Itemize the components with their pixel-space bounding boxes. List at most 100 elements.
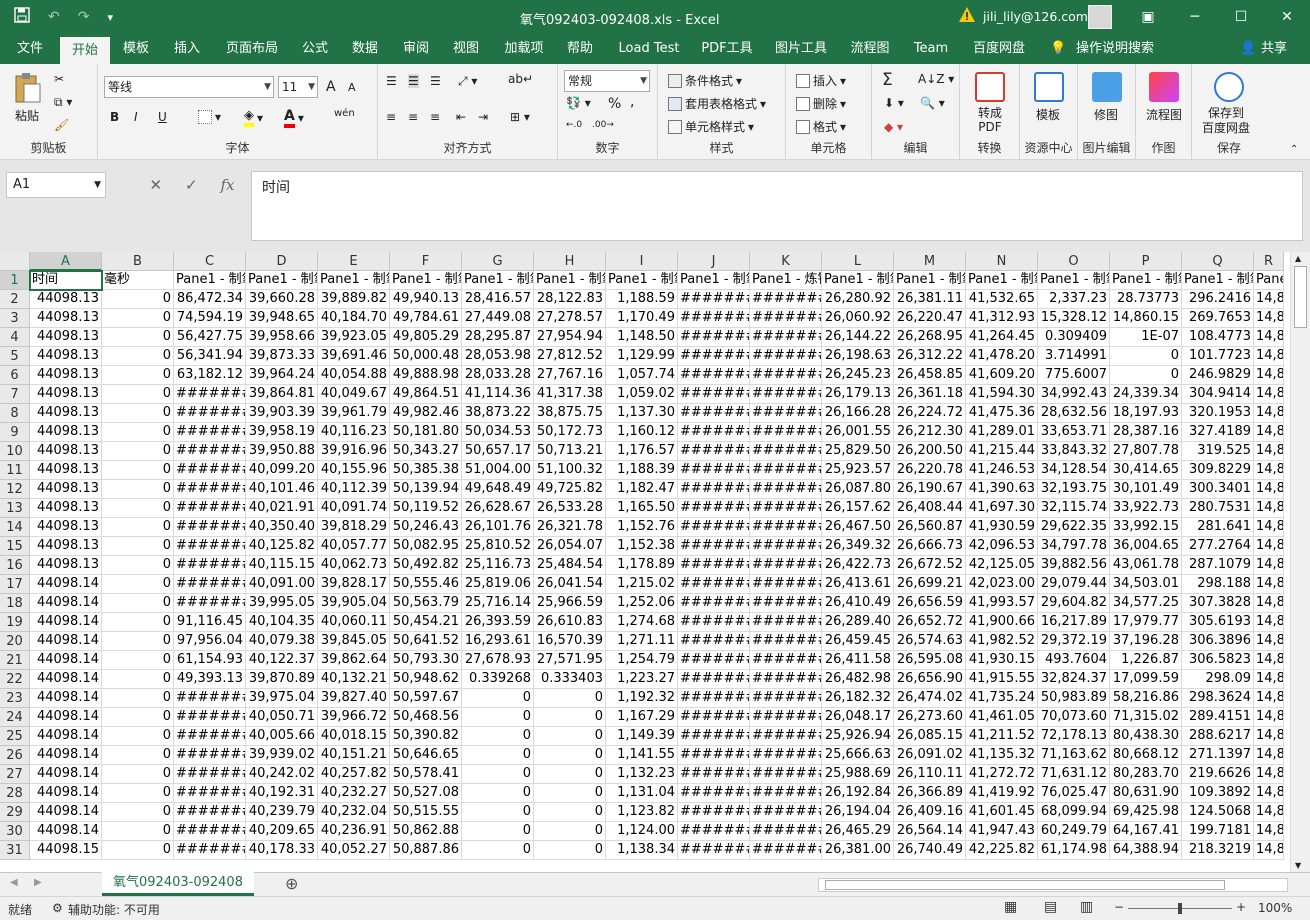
undo-icon[interactable]: ↶ [48, 9, 60, 25]
data-cell[interactable]: 327.4189 [1182, 423, 1254, 442]
decrease-decimal-icon[interactable]: .00→ [592, 120, 614, 130]
data-cell[interactable]: 44098.13 [30, 290, 102, 309]
data-cell[interactable]: 44098.13 [30, 480, 102, 499]
data-cell[interactable]: 44098.13 [30, 461, 102, 480]
data-cell[interactable]: 2,337.23 [1038, 290, 1110, 309]
data-cell[interactable]: 41,390.63 [966, 480, 1038, 499]
data-cell[interactable]: 26,268.95 [894, 328, 966, 347]
tab-templates[interactable]: 模板 [114, 34, 158, 64]
data-cell[interactable]: 27,571.95 [534, 651, 606, 670]
data-cell[interactable]: 28,122.83 [534, 290, 606, 309]
data-cell[interactable]: 64,167.41 [1110, 822, 1182, 841]
data-cell[interactable]: ####### [174, 594, 246, 613]
data-cell[interactable]: 25,810.52 [462, 537, 534, 556]
data-cell[interactable]: ####### [750, 290, 822, 309]
sort-filter-icon[interactable]: A↓Z ▾ [918, 72, 954, 86]
row-header[interactable]: 26 [0, 746, 30, 765]
data-cell[interactable]: 40,178.33 [246, 841, 318, 860]
data-cell[interactable]: 40,005.66 [246, 727, 318, 746]
data-cell[interactable]: 25,923.57 [822, 461, 894, 480]
data-cell[interactable]: 307.3828 [1182, 594, 1254, 613]
data-cell[interactable]: 25,716.14 [462, 594, 534, 613]
data-cell[interactable]: 14,8 [1254, 366, 1284, 385]
share-button[interactable]: 共享 [1256, 34, 1292, 64]
data-cell[interactable]: 39,950.88 [246, 442, 318, 461]
data-cell[interactable]: 14,8 [1254, 575, 1284, 594]
data-cell[interactable]: ####### [750, 309, 822, 328]
row-header[interactable]: 19 [0, 613, 30, 632]
cell-styles-button[interactable]: 单元格样式 ▾ [668, 118, 754, 135]
data-cell[interactable]: 26,200.50 [894, 442, 966, 461]
data-cell[interactable]: ####### [678, 746, 750, 765]
tab-flowchart[interactable]: 流程图 [844, 34, 896, 64]
data-cell[interactable]: 25,116.73 [462, 556, 534, 575]
data-cell[interactable]: 39,691.46 [318, 347, 390, 366]
data-cell[interactable]: 39,961.79 [318, 404, 390, 423]
header-cell[interactable]: Pane1 - 制氧 [390, 271, 462, 290]
data-cell[interactable]: 64,388.94 [1110, 841, 1182, 860]
data-cell[interactable]: 26,194.04 [822, 803, 894, 822]
data-cell[interactable]: ####### [678, 499, 750, 518]
data-cell[interactable]: 44098.13 [30, 423, 102, 442]
data-cell[interactable]: 289.4151 [1182, 708, 1254, 727]
column-header[interactable]: P [1110, 252, 1182, 271]
header-cell[interactable]: Pane1 - 制氧 [174, 271, 246, 290]
data-cell[interactable]: ####### [678, 765, 750, 784]
data-cell[interactable]: 44098.13 [30, 328, 102, 347]
account-name[interactable]: jili_lily@126.com [983, 9, 1088, 24]
data-cell[interactable]: 14,8 [1254, 613, 1284, 632]
data-cell[interactable]: 41,312.93 [966, 309, 1038, 328]
currency-icon[interactable]: 💱 ▾ [566, 96, 591, 110]
data-cell[interactable]: 1,188.59 [606, 290, 678, 309]
convert-pdf-button[interactable]: 转成PDF [970, 106, 1010, 134]
data-cell[interactable]: 44098.13 [30, 442, 102, 461]
data-cell[interactable]: 14,8 [1254, 423, 1284, 442]
data-cell[interactable]: ####### [174, 822, 246, 841]
data-cell[interactable]: ####### [678, 784, 750, 803]
data-cell[interactable]: 26,220.78 [894, 461, 966, 480]
data-cell[interactable]: ####### [174, 423, 246, 442]
data-cell[interactable]: 40,091.74 [318, 499, 390, 518]
data-cell[interactable]: ####### [750, 480, 822, 499]
row-header[interactable]: 3 [0, 309, 30, 328]
data-cell[interactable]: 41,419.92 [966, 784, 1038, 803]
data-cell[interactable]: 44098.13 [30, 366, 102, 385]
data-cell[interactable]: 29,622.35 [1038, 518, 1110, 537]
data-cell[interactable]: 0 [462, 841, 534, 860]
data-cell[interactable]: 39,958.66 [246, 328, 318, 347]
data-cell[interactable]: 34,128.54 [1038, 461, 1110, 480]
data-cell[interactable]: 493.7604 [1038, 651, 1110, 670]
data-cell[interactable]: 26,349.32 [822, 537, 894, 556]
data-cell[interactable]: 26,273.60 [894, 708, 966, 727]
data-cell[interactable]: 1,152.76 [606, 518, 678, 537]
data-cell[interactable]: 40,062.73 [318, 556, 390, 575]
data-cell[interactable]: 39,660.28 [246, 290, 318, 309]
data-cell[interactable]: 305.6193 [1182, 613, 1254, 632]
data-cell[interactable]: ####### [174, 746, 246, 765]
data-cell[interactable]: 775.6007 [1038, 366, 1110, 385]
data-cell[interactable]: 0 [462, 689, 534, 708]
data-cell[interactable]: 28,295.87 [462, 328, 534, 347]
data-cell[interactable]: ####### [678, 461, 750, 480]
header-cell[interactable]: Pane1 - 制氧 [894, 271, 966, 290]
data-cell[interactable]: 50,641.52 [390, 632, 462, 651]
data-cell[interactable]: 40,125.82 [246, 537, 318, 556]
data-cell[interactable]: ####### [174, 708, 246, 727]
grow-font-button[interactable]: A [326, 79, 336, 95]
header-cell[interactable]: Pane1 - 制氧 [1038, 271, 1110, 290]
data-cell[interactable]: 27,678.93 [462, 651, 534, 670]
data-cell[interactable]: ####### [678, 556, 750, 575]
data-cell[interactable]: ####### [678, 708, 750, 727]
data-cell[interactable]: 39,903.39 [246, 404, 318, 423]
header-cell[interactable]: Pane1 - 制氧 [822, 271, 894, 290]
data-cell[interactable]: 80,438.30 [1110, 727, 1182, 746]
row-header[interactable]: 30 [0, 822, 30, 841]
data-cell[interactable]: 101.7723 [1182, 347, 1254, 366]
data-cell[interactable]: 1,148.50 [606, 328, 678, 347]
tab-view[interactable]: 视图 [444, 34, 488, 64]
data-cell[interactable]: 14,8 [1254, 784, 1284, 803]
tab-page-layout[interactable]: 页面布局 [220, 34, 284, 64]
data-cell[interactable]: 0 [462, 727, 534, 746]
data-cell[interactable]: 0 [102, 347, 174, 366]
data-cell[interactable]: 0 [102, 746, 174, 765]
